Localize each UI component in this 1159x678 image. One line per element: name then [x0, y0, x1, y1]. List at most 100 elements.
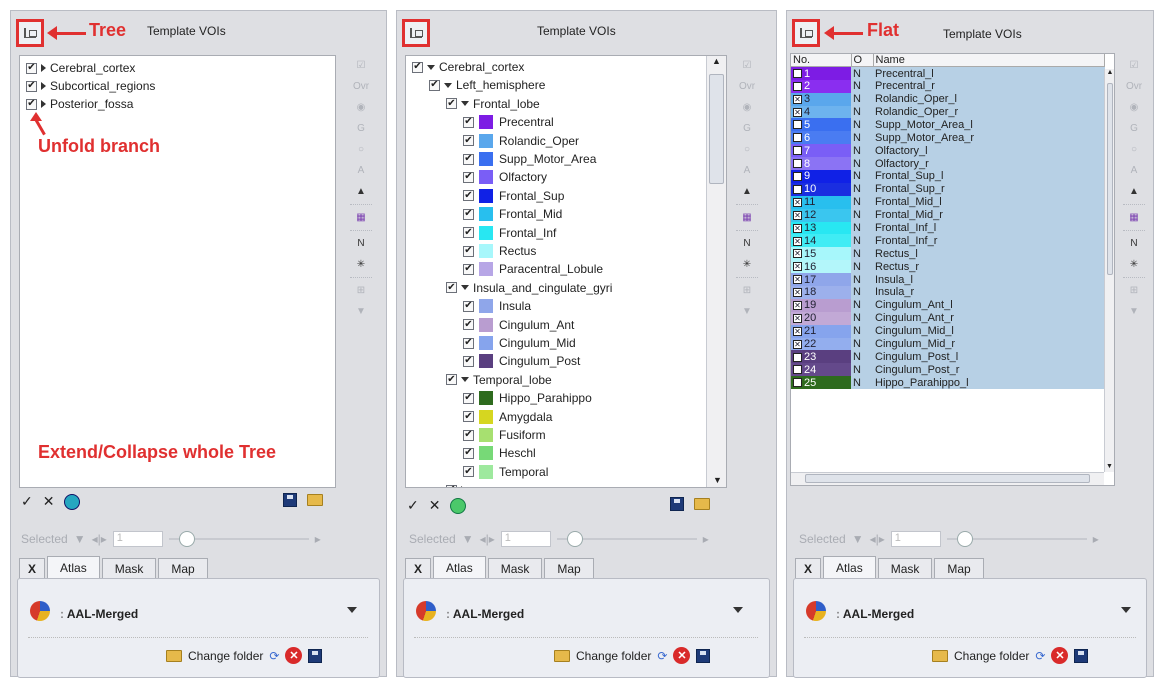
tab-map[interactable]: Map — [934, 558, 984, 578]
tab-map[interactable]: Map — [544, 558, 594, 578]
ovr-label[interactable]: Ovr — [350, 76, 372, 97]
color-icon[interactable]: ▦ — [350, 207, 372, 228]
tree-leaf[interactable]: ✔ Frontal_Inf — [463, 224, 556, 242]
voi-table[interactable]: No. O Name ✕ 1 N Precentral_l ✕ 2 N Precentral_… — [790, 53, 1115, 486]
atlas-dropdown-icon[interactable] — [1121, 607, 1131, 613]
next-icon[interactable]: ▸ — [703, 532, 709, 546]
color-swatch[interactable] — [478, 390, 494, 407]
checkbox[interactable]: ✔ — [446, 282, 457, 294]
delete-icon[interactable]: ✕ — [673, 647, 691, 664]
tree-leaf[interactable]: ✔ Paracentral_Lobule — [463, 260, 603, 278]
checkbox[interactable]: ✕ — [793, 184, 802, 194]
table-row[interactable]: ✕ 4 N Rolandic_Oper_r — [791, 105, 1105, 119]
color-swatch[interactable] — [478, 243, 494, 259]
move-up-icon[interactable]: ▲ — [350, 181, 372, 202]
color-icon[interactable]: ▦ — [736, 207, 758, 228]
tree-leaf[interactable]: ✔ Insula — [463, 297, 531, 315]
table-row[interactable]: ✕ 3 N Rolandic_Oper_l — [791, 92, 1105, 106]
move-down-icon[interactable]: ▼ — [1123, 301, 1145, 322]
checkbox[interactable]: ✕ — [793, 365, 802, 375]
selected-input[interactable]: 1 — [890, 531, 941, 547]
collapse-icon[interactable] — [461, 285, 469, 291]
column-header-no[interactable]: No. — [791, 54, 852, 68]
checkbox[interactable]: ✔ — [463, 355, 474, 367]
table-row[interactable]: ✕ 18 N Insula_r — [791, 286, 1105, 299]
tree-leaf[interactable]: ✔ Cingulum_Mid — [463, 334, 576, 352]
table-row[interactable]: ✕ 6 N Supp_Motor_Area_r — [791, 131, 1105, 145]
collapse-tree-icon[interactable] — [64, 493, 81, 510]
tab-mask[interactable]: Mask — [101, 558, 157, 578]
folder-icon[interactable] — [166, 649, 182, 662]
checkbox[interactable]: ✕ — [793, 236, 802, 246]
table-row[interactable]: ✕ 19 N Cingulum_Ant_l — [791, 298, 1105, 312]
radio-g[interactable]: ◉ — [1123, 97, 1145, 118]
ovr-label[interactable]: Ovr — [736, 76, 758, 97]
table-row[interactable]: ✕ 1 N Precentral_l — [791, 66, 1105, 80]
tree-node[interactable]: ✔ Posterior_fossa — [26, 95, 133, 113]
checkbox[interactable]: ✕ — [793, 378, 802, 388]
asterisk-icon[interactable]: ✳ — [1123, 254, 1145, 275]
tree-leaf[interactable]: ✔ Rolandic_Oper — [463, 132, 579, 150]
checkbox[interactable]: ✕ — [793, 275, 802, 285]
nav-prev-icon[interactable]: ◂|▸ — [480, 532, 495, 546]
checkbox[interactable]: ✕ — [793, 288, 802, 298]
tab-mask[interactable]: Mask — [877, 558, 933, 578]
table-icon[interactable]: ⊞ — [736, 280, 758, 301]
tree-node-group[interactable]: ✔… — [446, 481, 482, 487]
uncheck-all-icon[interactable]: ✕ — [429, 497, 441, 514]
refresh-icon[interactable]: ⟳ — [657, 649, 667, 663]
table-row[interactable]: ✕ 24 N Cingulum_Post_r — [791, 363, 1105, 377]
color-swatch[interactable] — [478, 316, 494, 333]
selected-input[interactable]: 1 — [500, 531, 551, 547]
table-row[interactable]: ✕ 21 N Cingulum_Mid_l — [791, 324, 1105, 338]
dropdown-icon[interactable]: ▼ — [462, 532, 474, 546]
radio-g[interactable]: ◉ — [350, 97, 372, 118]
delete-icon[interactable]: ✕ — [285, 647, 303, 664]
checkbox[interactable]: ✔ — [463, 392, 474, 404]
next-icon[interactable]: ▸ — [1093, 532, 1099, 546]
tree-node-root[interactable]: ✔ Cerebral_cortex — [412, 58, 524, 76]
table-row[interactable]: ✕ 25 N Hippo_Parahippo_l — [791, 376, 1105, 390]
checkbox[interactable]: ✕ — [793, 339, 802, 349]
n-button[interactable]: N — [350, 233, 372, 254]
checkbox[interactable]: ✔ — [463, 300, 474, 312]
opacity-slider[interactable] — [168, 531, 309, 547]
nav-prev-icon[interactable]: ◂|▸ — [92, 532, 107, 546]
scroll-thumb[interactable] — [709, 74, 724, 184]
atlas-name[interactable]: : AAL-Merged — [836, 607, 914, 621]
collapse-icon[interactable] — [444, 82, 452, 88]
atlas-name[interactable]: : AAL-Merged — [446, 607, 524, 621]
checkbox[interactable]: ✔ — [26, 62, 37, 74]
scroll-down-icon[interactable]: ▼ — [1106, 463, 1113, 470]
tree-leaf[interactable]: ✔ Frontal_Mid — [463, 205, 562, 223]
table-row[interactable]: ✕ 10 N Frontal_Sup_r — [791, 182, 1105, 196]
checkbox[interactable]: ✕ — [793, 313, 802, 323]
tab-atlas[interactable]: Atlas — [47, 556, 100, 578]
tree-node-group[interactable]: ✔ Temporal_lobe — [446, 371, 552, 389]
checkbox[interactable]: ✔ — [463, 319, 474, 331]
tree-leaf[interactable]: ✔ Fusiform — [463, 426, 546, 444]
expand-icon[interactable] — [41, 100, 46, 108]
checkbox[interactable]: ✔ — [429, 79, 440, 91]
checkbox[interactable]: ✔ — [463, 245, 474, 257]
move-up-icon[interactable]: ▲ — [1123, 181, 1145, 202]
check-all-icon[interactable]: ✓ — [21, 493, 33, 510]
color-swatch[interactable] — [478, 298, 494, 315]
save-icon[interactable] — [1074, 648, 1089, 663]
atlas-dropdown-icon[interactable] — [347, 607, 357, 613]
tree-node[interactable]: ✔ Subcortical_regions — [26, 77, 155, 95]
color-swatch[interactable] — [478, 187, 494, 204]
radio-a[interactable]: ○ — [1123, 139, 1145, 160]
expand-icon[interactable] — [41, 64, 46, 72]
checkbox[interactable]: ✔ — [463, 153, 474, 165]
checkbox[interactable]: ✔ — [463, 227, 474, 239]
checkbox[interactable]: ✔ — [463, 263, 474, 275]
change-folder-button[interactable]: Change folder — [188, 649, 263, 663]
color-swatch[interactable] — [478, 151, 494, 167]
ovr-label[interactable]: Ovr — [1123, 76, 1145, 97]
tree-flat-toggle-button[interactable] — [16, 19, 44, 47]
table-row[interactable]: ✕ 8 N Olfactory_r — [791, 157, 1105, 171]
checkbox[interactable]: ✕ — [793, 69, 802, 79]
table-row[interactable]: ✕ 2 N Precentral_r — [791, 79, 1105, 93]
radio-a[interactable]: ○ — [736, 139, 758, 160]
